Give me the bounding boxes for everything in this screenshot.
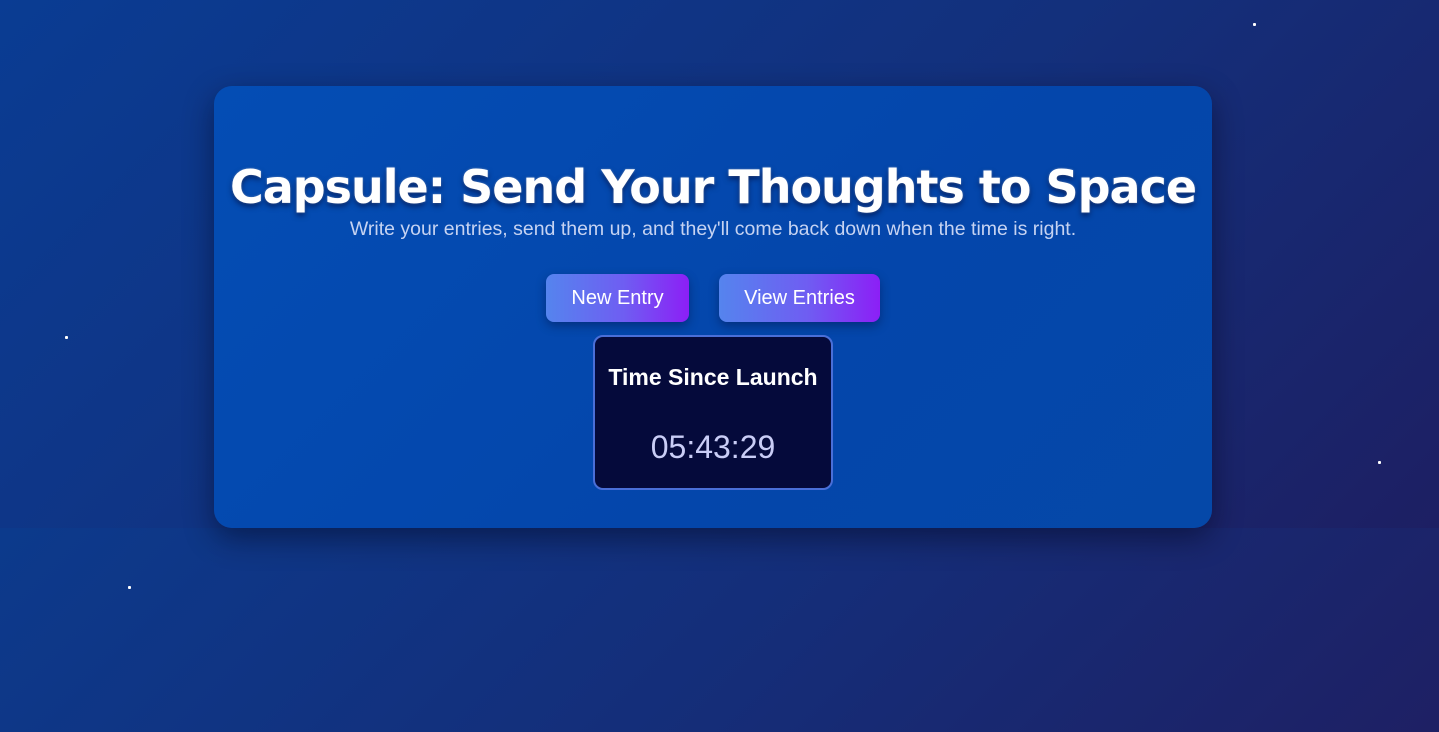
star-decoration <box>1253 23 1256 26</box>
page-background-lower <box>0 528 1439 732</box>
star-decoration <box>1378 461 1381 464</box>
star-decoration <box>128 586 131 589</box>
page-subtitle: Write your entries, send them up, and th… <box>349 218 1077 240</box>
page-title: Capsule: Send Your Thoughts to Space <box>229 160 1197 214</box>
view-entries-button[interactable]: View Entries <box>719 274 880 322</box>
star-decoration <box>65 336 68 339</box>
timer-label: Time Since Launch <box>608 364 818 390</box>
timer-value: 05:43:29 <box>650 429 776 465</box>
time-since-launch-panel: Time Since Launch 05:43:29 <box>593 335 833 490</box>
new-entry-button[interactable]: New Entry <box>546 274 689 322</box>
